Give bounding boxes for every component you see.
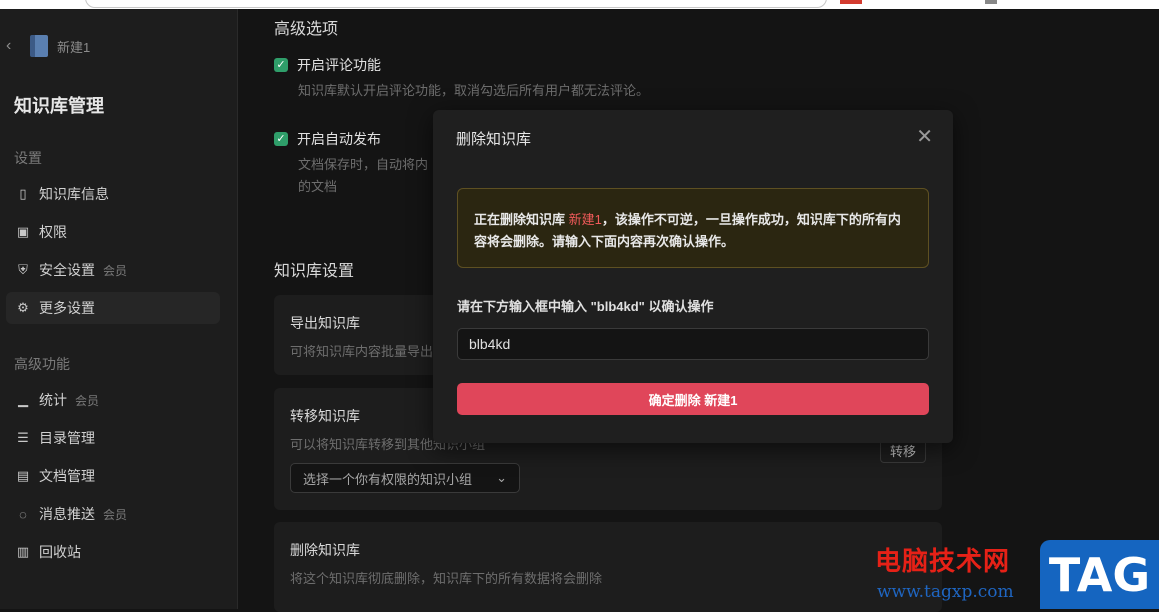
confirm-label: 请在下方输入框中输入 "blb4kd" 以确认操作 bbox=[457, 299, 714, 314]
page-title: 知识库管理 bbox=[14, 96, 104, 116]
sidebar-item-label: 消息推送 bbox=[39, 506, 95, 522]
sidebar-item-label: 更多设置 bbox=[39, 300, 95, 316]
sidebar-item-more-settings[interactable]: ⚙ 更多设置 bbox=[6, 292, 220, 324]
sidebar-item-label: 安全设置 bbox=[39, 262, 95, 278]
sidebar-item-docs[interactable]: ▤ 文档管理 bbox=[6, 460, 220, 492]
chevron-down-icon: ⌄ bbox=[496, 470, 507, 485]
watermark-url: www.tagxp.com bbox=[877, 582, 1014, 602]
delete-description: 将这个知识库彻底删除，知识库下的所有数据将会删除 bbox=[290, 571, 603, 586]
sidebar-item-label: 回收站 bbox=[39, 544, 81, 560]
lock-icon: ▣ bbox=[16, 224, 30, 239]
shield-icon: ⛨ bbox=[18, 262, 28, 277]
confirm-delete-button[interactable]: 确定删除 新建1 bbox=[457, 383, 929, 415]
comments-description: 知识库默认开启评论功能，取消勾选后所有用户都无法评论。 bbox=[298, 83, 650, 98]
sidebar-item-label: 权限 bbox=[39, 224, 67, 240]
browser-address-bar[interactable] bbox=[85, 0, 827, 8]
sidebar-item-notifications[interactable]: ◌ 消息推送 会员 bbox=[6, 498, 220, 530]
back-to-kb[interactable]: ‹ 新建1 bbox=[6, 35, 90, 57]
delete-card: 删除知识库 将这个知识库彻底删除，知识库下的所有数据将会删除 bbox=[274, 522, 942, 612]
sidebar-item-security[interactable]: ⛨ 安全设置 会员 bbox=[6, 254, 220, 286]
catalog-icon: ☰ bbox=[17, 430, 29, 445]
confirm-input[interactable] bbox=[457, 328, 929, 360]
browser-top-edge bbox=[0, 0, 1159, 9]
checkbox-checked-icon[interactable]: ✓ bbox=[274, 132, 288, 146]
close-icon[interactable]: ✕ bbox=[916, 127, 933, 147]
checkbox-checked-icon[interactable]: ✓ bbox=[274, 58, 288, 72]
member-badge: 会员 bbox=[103, 263, 128, 278]
sidebar-item-label: 目录管理 bbox=[39, 430, 95, 446]
sidebar-item-label: 文档管理 bbox=[39, 468, 95, 484]
comments-label: 开启评论功能 bbox=[297, 57, 381, 73]
modal-title: 删除知识库 bbox=[456, 131, 532, 148]
extension-icon[interactable] bbox=[840, 0, 862, 4]
book-open-icon: ▯ bbox=[19, 186, 27, 201]
member-badge: 会员 bbox=[75, 393, 100, 408]
gear-icon: ⚙ bbox=[17, 300, 29, 315]
sidebar-item-trash[interactable]: ▥ 回收站 bbox=[6, 536, 220, 568]
sidebar-item-toc[interactable]: ☰ 目录管理 bbox=[6, 422, 220, 454]
warning-prefix: 正在删除知识库 bbox=[474, 212, 569, 227]
message-icon: ◌ bbox=[19, 506, 27, 522]
sidebar-item-label: 知识库信息 bbox=[39, 186, 109, 202]
member-badge: 会员 bbox=[103, 507, 128, 522]
bar-chart-icon: ▁ bbox=[18, 392, 28, 407]
watermark-logo: TAG bbox=[1040, 540, 1159, 609]
sidebar-item-label: 统计 bbox=[39, 392, 67, 408]
sidebar-item-statistics[interactable]: ▁ 统计 会员 bbox=[6, 384, 220, 416]
autopublish-description: 文档保存时，自动将内 bbox=[298, 157, 429, 172]
document-icon: ▤ bbox=[16, 468, 30, 483]
export-title: 导出知识库 bbox=[290, 315, 360, 331]
kb-name[interactable]: 新建1 bbox=[57, 37, 90, 56]
kb-settings-heading: 知识库设置 bbox=[274, 263, 355, 280]
sidebar-item-kb-info[interactable]: ▯ 知识库信息 bbox=[6, 178, 220, 210]
section-advanced-label: 高级功能 bbox=[14, 356, 70, 372]
delete-kb-modal: 删除知识库 ✕ 正在删除知识库 新建1，该操作不可逆，一旦操作成功，知识库下的所… bbox=[433, 110, 953, 443]
comments-toggle[interactable]: ✓ 开启评论功能 bbox=[274, 55, 381, 75]
trash-icon: ▥ bbox=[16, 544, 30, 559]
transfer-title: 转移知识库 bbox=[290, 408, 360, 424]
book-icon bbox=[30, 35, 48, 57]
autopublish-description-cont: 的文档 bbox=[298, 179, 338, 194]
delete-title: 删除知识库 bbox=[290, 542, 360, 558]
sidebar-item-permissions[interactable]: ▣ 权限 bbox=[6, 216, 220, 248]
group-select-value: 选择一个你有权限的知识小组 bbox=[303, 471, 473, 487]
watermark-text: 电脑技术网 bbox=[875, 547, 1011, 577]
chevron-left-icon[interactable]: ‹ bbox=[6, 37, 22, 55]
warning-kb-name: 新建1 bbox=[568, 212, 602, 227]
warning-alert: 正在删除知识库 新建1，该操作不可逆，一旦操作成功，知识库下的所有内容将会删除。… bbox=[457, 188, 929, 268]
autopublish-toggle[interactable]: ✓ 开启自动发布 bbox=[274, 129, 381, 149]
advanced-options-heading: 高级选项 bbox=[274, 21, 339, 38]
extension-icon[interactable] bbox=[985, 0, 997, 4]
section-settings-label: 设置 bbox=[14, 150, 42, 166]
sidebar: ‹ 新建1 知识库管理 设置 ▯ 知识库信息 ▣ 权限 ⛨ 安全设置 会员 ⚙ … bbox=[0, 9, 238, 609]
autopublish-label: 开启自动发布 bbox=[297, 131, 381, 147]
group-select[interactable]: 选择一个你有权限的知识小组 ⌄ bbox=[290, 463, 520, 493]
export-description: 可将知识库内容批量导出 bbox=[290, 344, 434, 359]
